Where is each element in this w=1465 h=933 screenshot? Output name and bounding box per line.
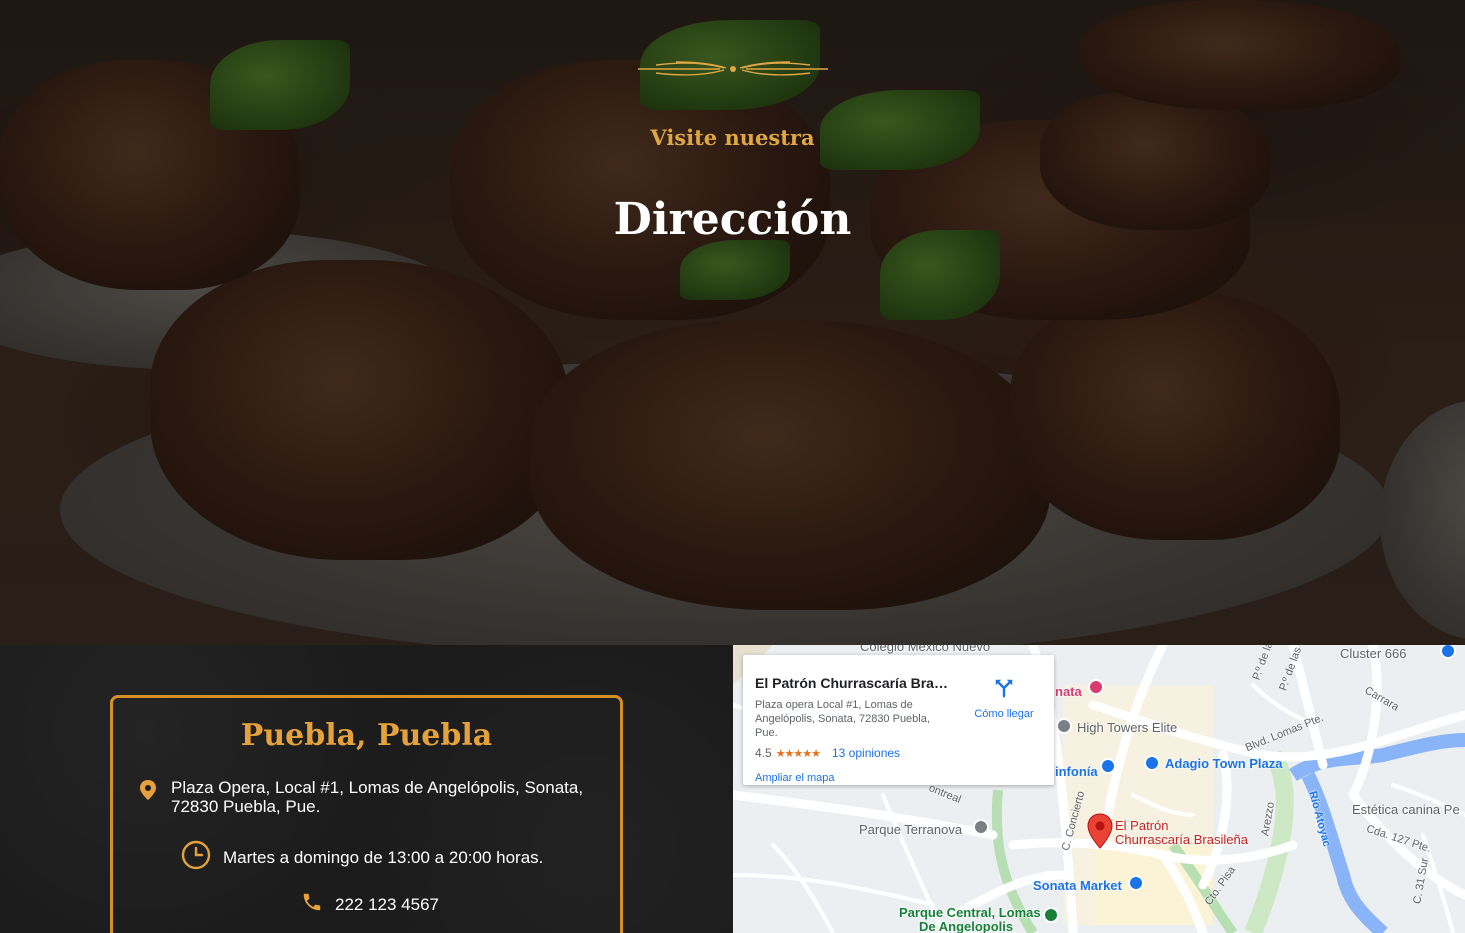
map-label-estetica: Estética canina Pe [1352, 802, 1460, 817]
map-label-parque-central-2: De Angelopolis [919, 919, 1014, 933]
ornament-divider-icon [638, 61, 828, 76]
map-pin-red-icon[interactable] [1087, 813, 1113, 849]
hero-banner: Visite nuestra Dirección [0, 0, 1465, 645]
reviews-link[interactable]: 13 opiniones [832, 746, 900, 760]
map-label-el-patron-1: El Patrón [1115, 818, 1169, 833]
rating-value: 4.5 [755, 746, 772, 760]
poi-marker[interactable] [1128, 875, 1144, 891]
poi-marker[interactable] [1144, 755, 1160, 771]
address-text: Plaza Opera, Local #1, Lomas de Angelópo… [171, 778, 584, 816]
phone-icon [301, 891, 323, 917]
map-pin-icon [137, 778, 159, 806]
map-label-colegio: Colegio México Nuevo [860, 645, 991, 654]
place-rating: 4.5 ★★★★★ 13 opiniones [755, 746, 900, 760]
phone-row[interactable]: 222 123 4567 [301, 891, 439, 917]
location-card: Puebla, Puebla Plaza Opera, Local #1, Lo… [110, 695, 623, 933]
map-label-sinfonia: infonía [1055, 764, 1098, 779]
place-address: Plaza opera Local #1, Lomas de Angelópol… [755, 699, 930, 739]
address-row: Plaza Opera, Local #1, Lomas de Angelópo… [137, 778, 607, 816]
hero-kicker: Visite nuestra [650, 125, 815, 150]
hours-text: Martes a domingo de 13:00 a 20:00 horas. [223, 847, 544, 867]
poi-marker[interactable] [1056, 718, 1072, 734]
poi-marker[interactable] [1043, 907, 1059, 923]
map-label-adagio: Adagio Town Plaza [1165, 756, 1283, 771]
map-label-sonata-market: Sonata Market [1033, 878, 1122, 893]
hero-overlay [0, 0, 1465, 645]
phone-text[interactable]: 222 123 4567 [335, 895, 439, 914]
clock-icon [181, 840, 211, 874]
directions-icon [995, 679, 1013, 698]
location-city: Puebla, Puebla [240, 718, 493, 753]
poi-marker[interactable] [1088, 679, 1104, 695]
map-label-parque-terranova: Parque Terranova [859, 822, 963, 837]
rating-stars-icon: ★★★★★ [775, 747, 821, 760]
hours-row: Martes a domingo de 13:00 a 20:00 horas. [181, 840, 543, 874]
poi-marker[interactable] [973, 819, 989, 835]
map-label-cluster: Cluster 666 [1340, 646, 1407, 661]
place-name[interactable]: El Patrón Churrascaría Brasile... [755, 675, 955, 691]
directions-label[interactable]: Cómo llegar [969, 708, 1039, 720]
map-place-card: El Patrón Churrascaría Brasile... Plaza … [743, 655, 1054, 785]
map-label-parque-central-1: Parque Central, Lomas [899, 905, 1041, 920]
enlarge-map-link[interactable]: Ampliar el mapa [755, 772, 834, 784]
map-label-sonata: nata [1055, 684, 1082, 699]
map-label-el-patron-2: Churrascaría Brasileña [1115, 832, 1248, 847]
embedded-map[interactable]: Colegio México Nuevo Cluster 666 nata Hi… [733, 645, 1465, 933]
map-label-high-towers: High Towers Elite [1077, 720, 1178, 735]
location-info-panel: Puebla, Puebla Plaza Opera, Local #1, Lo… [0, 645, 733, 933]
directions-button[interactable]: Cómo llegar [969, 677, 1039, 720]
poi-marker[interactable] [1100, 758, 1116, 774]
page-title: Dirección [613, 194, 852, 245]
